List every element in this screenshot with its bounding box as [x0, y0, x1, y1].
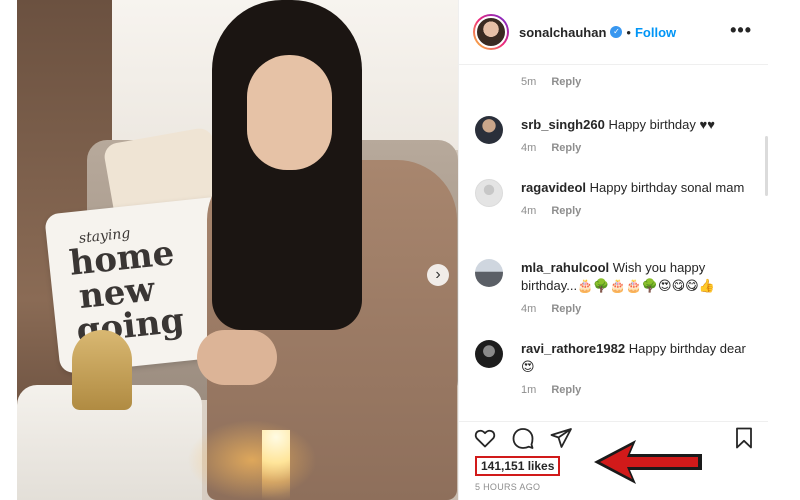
reply-button[interactable]: Reply: [551, 205, 581, 217]
comment-text: ravi_rathore1982 Happy birthday dear 😍: [521, 340, 758, 376]
comment-time: 1m: [521, 384, 537, 396]
comment-text: [521, 66, 758, 68]
separator-dot: •: [626, 24, 631, 40]
reply-button[interactable]: Reply: [551, 76, 581, 88]
comment-item: ragavideol Happy birthday sonal mam 4m R…: [473, 179, 758, 217]
photo-candle-glow: [187, 420, 317, 500]
photo-person-face: [247, 55, 332, 170]
post-timestamp: 5 HOURS AGO: [475, 482, 541, 492]
verified-badge-icon: ✓: [610, 26, 623, 38]
reply-button[interactable]: Reply: [551, 303, 581, 315]
comment-text: mla_rahulcool Wish you happy birthday...…: [521, 259, 758, 295]
save-bookmark-icon[interactable]: [732, 426, 756, 450]
commenter-avatar[interactable]: [475, 340, 503, 368]
next-photo-button[interactable]: ›: [427, 264, 449, 286]
comment-content: Happy birthday ♥♥: [608, 117, 715, 132]
comment-meta: 5m Reply: [521, 76, 758, 88]
share-send-icon[interactable]: [549, 426, 573, 450]
comment-item: ravi_rathore1982 Happy birthday dear 😍 1…: [473, 340, 758, 396]
likes-count[interactable]: 141,151 likes: [475, 456, 561, 476]
commenter-username[interactable]: ragavideol: [521, 180, 586, 195]
post-header: sonalchauhan ✓ • Follow •••: [459, 0, 768, 65]
comment-meta: 4m Reply: [521, 205, 758, 217]
comment-bubble-icon[interactable]: [511, 426, 535, 450]
commenter-username[interactable]: srb_singh260: [521, 117, 605, 132]
photo-hands: [197, 330, 277, 385]
comment-content: Happy birthday sonal mam: [589, 180, 745, 195]
comment-item: srb_singh260 Happy birthday ♥♥ 4m Reply: [473, 116, 758, 154]
follow-button[interactable]: Follow: [635, 25, 676, 40]
comments-list: 5m Reply srb_singh260 Happy birthday ♥♥ …: [459, 66, 769, 421]
profile-avatar[interactable]: [473, 14, 509, 50]
comment-text: ragavideol Happy birthday sonal mam: [521, 179, 758, 197]
comment-item: 5m Reply: [473, 66, 758, 88]
comment-item: mla_rahulcool Wish you happy birthday...…: [473, 259, 758, 315]
commenter-avatar[interactable]: [475, 259, 503, 287]
profile-username[interactable]: sonalchauhan: [519, 25, 606, 40]
commenter-username[interactable]: ravi_rathore1982: [521, 341, 625, 356]
post-photo[interactable]: staying home new going: [17, 0, 458, 500]
reply-button[interactable]: Reply: [551, 384, 581, 396]
pillow-lettering: staying home new going: [67, 225, 187, 352]
post-side-panel: sonalchauhan ✓ • Follow ••• 5m Reply srb…: [458, 0, 769, 500]
comment-time: 4m: [521, 303, 537, 315]
reply-button[interactable]: Reply: [551, 142, 581, 154]
photo-cake-topper: [72, 330, 132, 410]
comment-meta: 4m Reply: [521, 142, 758, 154]
photo-candle: [262, 430, 290, 500]
page-gutter: [768, 0, 800, 500]
comment-meta: 4m Reply: [521, 303, 758, 315]
commenter-username[interactable]: mla_rahulcool: [521, 260, 609, 275]
comment-text: srb_singh260 Happy birthday ♥♥: [521, 116, 758, 134]
like-heart-icon[interactable]: [473, 426, 497, 450]
comment-time: 4m: [521, 142, 537, 154]
commenter-avatar[interactable]: [475, 116, 503, 144]
annotation-arrow-icon: [594, 440, 702, 484]
more-options-icon[interactable]: •••: [730, 20, 752, 41]
comment-time: 4m: [521, 205, 537, 217]
comment-meta: 1m Reply: [521, 384, 758, 396]
comment-time: 5m: [521, 76, 537, 88]
commenter-avatar[interactable]: [475, 179, 503, 207]
